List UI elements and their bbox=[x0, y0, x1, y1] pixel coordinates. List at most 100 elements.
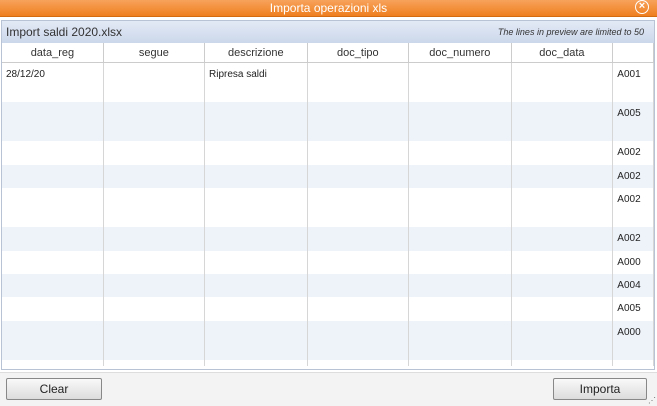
table-cell[interactable] bbox=[307, 101, 410, 141]
table-cell[interactable] bbox=[307, 273, 410, 297]
table-cell[interactable] bbox=[408, 296, 512, 321]
column-header[interactable]: doc_tipo bbox=[307, 43, 410, 63]
table-cell[interactable] bbox=[307, 250, 410, 274]
table-cell[interactable] bbox=[103, 164, 206, 188]
column-header[interactable] bbox=[612, 43, 654, 63]
table-cell[interactable] bbox=[307, 187, 410, 227]
table-cell[interactable] bbox=[307, 320, 410, 360]
column-header[interactable]: segue bbox=[103, 43, 206, 63]
table-cell[interactable] bbox=[103, 359, 206, 366]
resize-grip-icon[interactable]: ⋰ bbox=[648, 397, 656, 405]
column-header[interactable]: doc_data bbox=[511, 43, 614, 63]
table-cell[interactable] bbox=[103, 320, 206, 360]
table-cell[interactable] bbox=[511, 296, 614, 321]
table-cell[interactable] bbox=[307, 359, 410, 366]
table-row[interactable] bbox=[2, 359, 654, 366]
close-icon[interactable]: × bbox=[635, 0, 649, 14]
table-cell[interactable] bbox=[307, 140, 410, 165]
table-cell[interactable] bbox=[2, 296, 104, 321]
table-cell[interactable] bbox=[408, 101, 512, 141]
table-cell[interactable] bbox=[408, 62, 512, 102]
clear-button[interactable]: Clear bbox=[6, 378, 102, 400]
table-cell[interactable] bbox=[408, 140, 512, 165]
table-cell[interactable] bbox=[204, 187, 308, 227]
table-cell[interactable] bbox=[307, 296, 410, 321]
table-cell[interactable] bbox=[103, 226, 206, 251]
table-cell[interactable] bbox=[511, 140, 614, 165]
table-cell[interactable]: A001 bbox=[612, 62, 654, 102]
table-cell[interactable] bbox=[511, 250, 614, 274]
table-cell[interactable] bbox=[103, 273, 206, 297]
table-row[interactable]: A000 bbox=[2, 320, 654, 360]
table-cell[interactable] bbox=[103, 296, 206, 321]
table-cell[interactable] bbox=[2, 359, 104, 366]
table-cell[interactable] bbox=[2, 187, 104, 227]
import-button[interactable]: Importa bbox=[553, 378, 647, 400]
table-cell[interactable]: A002 bbox=[612, 164, 654, 188]
table-cell[interactable]: Ripresa saldi bbox=[204, 62, 308, 102]
table-cell[interactable] bbox=[307, 62, 410, 102]
table-cell[interactable]: A000 bbox=[612, 250, 654, 274]
table-cell[interactable] bbox=[204, 296, 308, 321]
table-cell[interactable] bbox=[204, 226, 308, 251]
table-cell[interactable]: A002 bbox=[612, 140, 654, 165]
table-cell[interactable] bbox=[511, 187, 614, 227]
table-cell[interactable] bbox=[511, 320, 614, 360]
table-cell[interactable] bbox=[2, 226, 104, 251]
column-header[interactable]: doc_numero bbox=[408, 43, 512, 63]
column-header[interactable]: descrizione bbox=[204, 43, 308, 63]
table-row[interactable]: A005 bbox=[2, 101, 654, 141]
table-cell[interactable] bbox=[2, 164, 104, 188]
table-cell[interactable] bbox=[408, 164, 512, 188]
table-cell[interactable] bbox=[511, 164, 614, 188]
table-cell[interactable] bbox=[2, 250, 104, 274]
table-cell[interactable] bbox=[408, 359, 512, 366]
table-cell[interactable] bbox=[408, 226, 512, 251]
table-cell[interactable]: A005 bbox=[612, 296, 654, 321]
table-cell[interactable] bbox=[408, 320, 512, 360]
table-cell[interactable]: A004 bbox=[612, 273, 654, 297]
table-row[interactable]: A002 bbox=[2, 164, 654, 188]
table-cell[interactable] bbox=[511, 359, 614, 366]
table-cell[interactable] bbox=[103, 140, 206, 165]
table-cell[interactable] bbox=[511, 226, 614, 251]
table-cell[interactable] bbox=[2, 273, 104, 297]
table-row[interactable]: 28/12/20 Ripresa saldi A001 bbox=[2, 62, 654, 102]
table-cell[interactable]: 28/12/20 bbox=[2, 62, 104, 102]
table-cell[interactable] bbox=[204, 250, 308, 274]
table-cell[interactable]: A002 bbox=[612, 226, 654, 251]
table-cell[interactable]: A002 bbox=[612, 187, 654, 227]
table-cell[interactable]: A000 bbox=[612, 320, 654, 360]
table-row[interactable]: A005 bbox=[2, 296, 654, 321]
table-cell[interactable] bbox=[307, 226, 410, 251]
table-cell[interactable] bbox=[103, 187, 206, 227]
table-cell[interactable] bbox=[511, 62, 614, 102]
table-row[interactable]: A000 bbox=[2, 250, 654, 274]
table-cell[interactable] bbox=[204, 273, 308, 297]
table-cell[interactable] bbox=[204, 164, 308, 188]
table-cell[interactable] bbox=[2, 101, 104, 141]
table-cell[interactable] bbox=[204, 101, 308, 141]
column-header[interactable]: data_reg bbox=[2, 43, 104, 63]
table-cell[interactable] bbox=[408, 273, 512, 297]
table-cell[interactable] bbox=[204, 140, 308, 165]
table-cell[interactable]: A005 bbox=[612, 101, 654, 141]
table-cell[interactable] bbox=[103, 101, 206, 141]
table-row[interactable]: A002 bbox=[2, 226, 654, 251]
table-row[interactable]: A002 bbox=[2, 187, 654, 227]
table-cell[interactable] bbox=[408, 187, 512, 227]
table-cell[interactable] bbox=[408, 250, 512, 274]
table-cell[interactable] bbox=[511, 273, 614, 297]
table-cell[interactable] bbox=[612, 359, 654, 366]
table-cell[interactable] bbox=[103, 250, 206, 274]
table-cell[interactable] bbox=[511, 101, 614, 141]
preview-grid[interactable]: data_reg segue descrizione doc_tipo doc_… bbox=[2, 43, 654, 369]
table-cell[interactable] bbox=[307, 164, 410, 188]
table-row[interactable]: A004 bbox=[2, 273, 654, 297]
table-cell[interactable] bbox=[2, 320, 104, 360]
table-cell[interactable] bbox=[204, 359, 308, 366]
table-row[interactable]: A002 bbox=[2, 140, 654, 165]
table-cell[interactable] bbox=[103, 62, 206, 102]
table-cell[interactable] bbox=[204, 320, 308, 360]
table-cell[interactable] bbox=[2, 140, 104, 165]
